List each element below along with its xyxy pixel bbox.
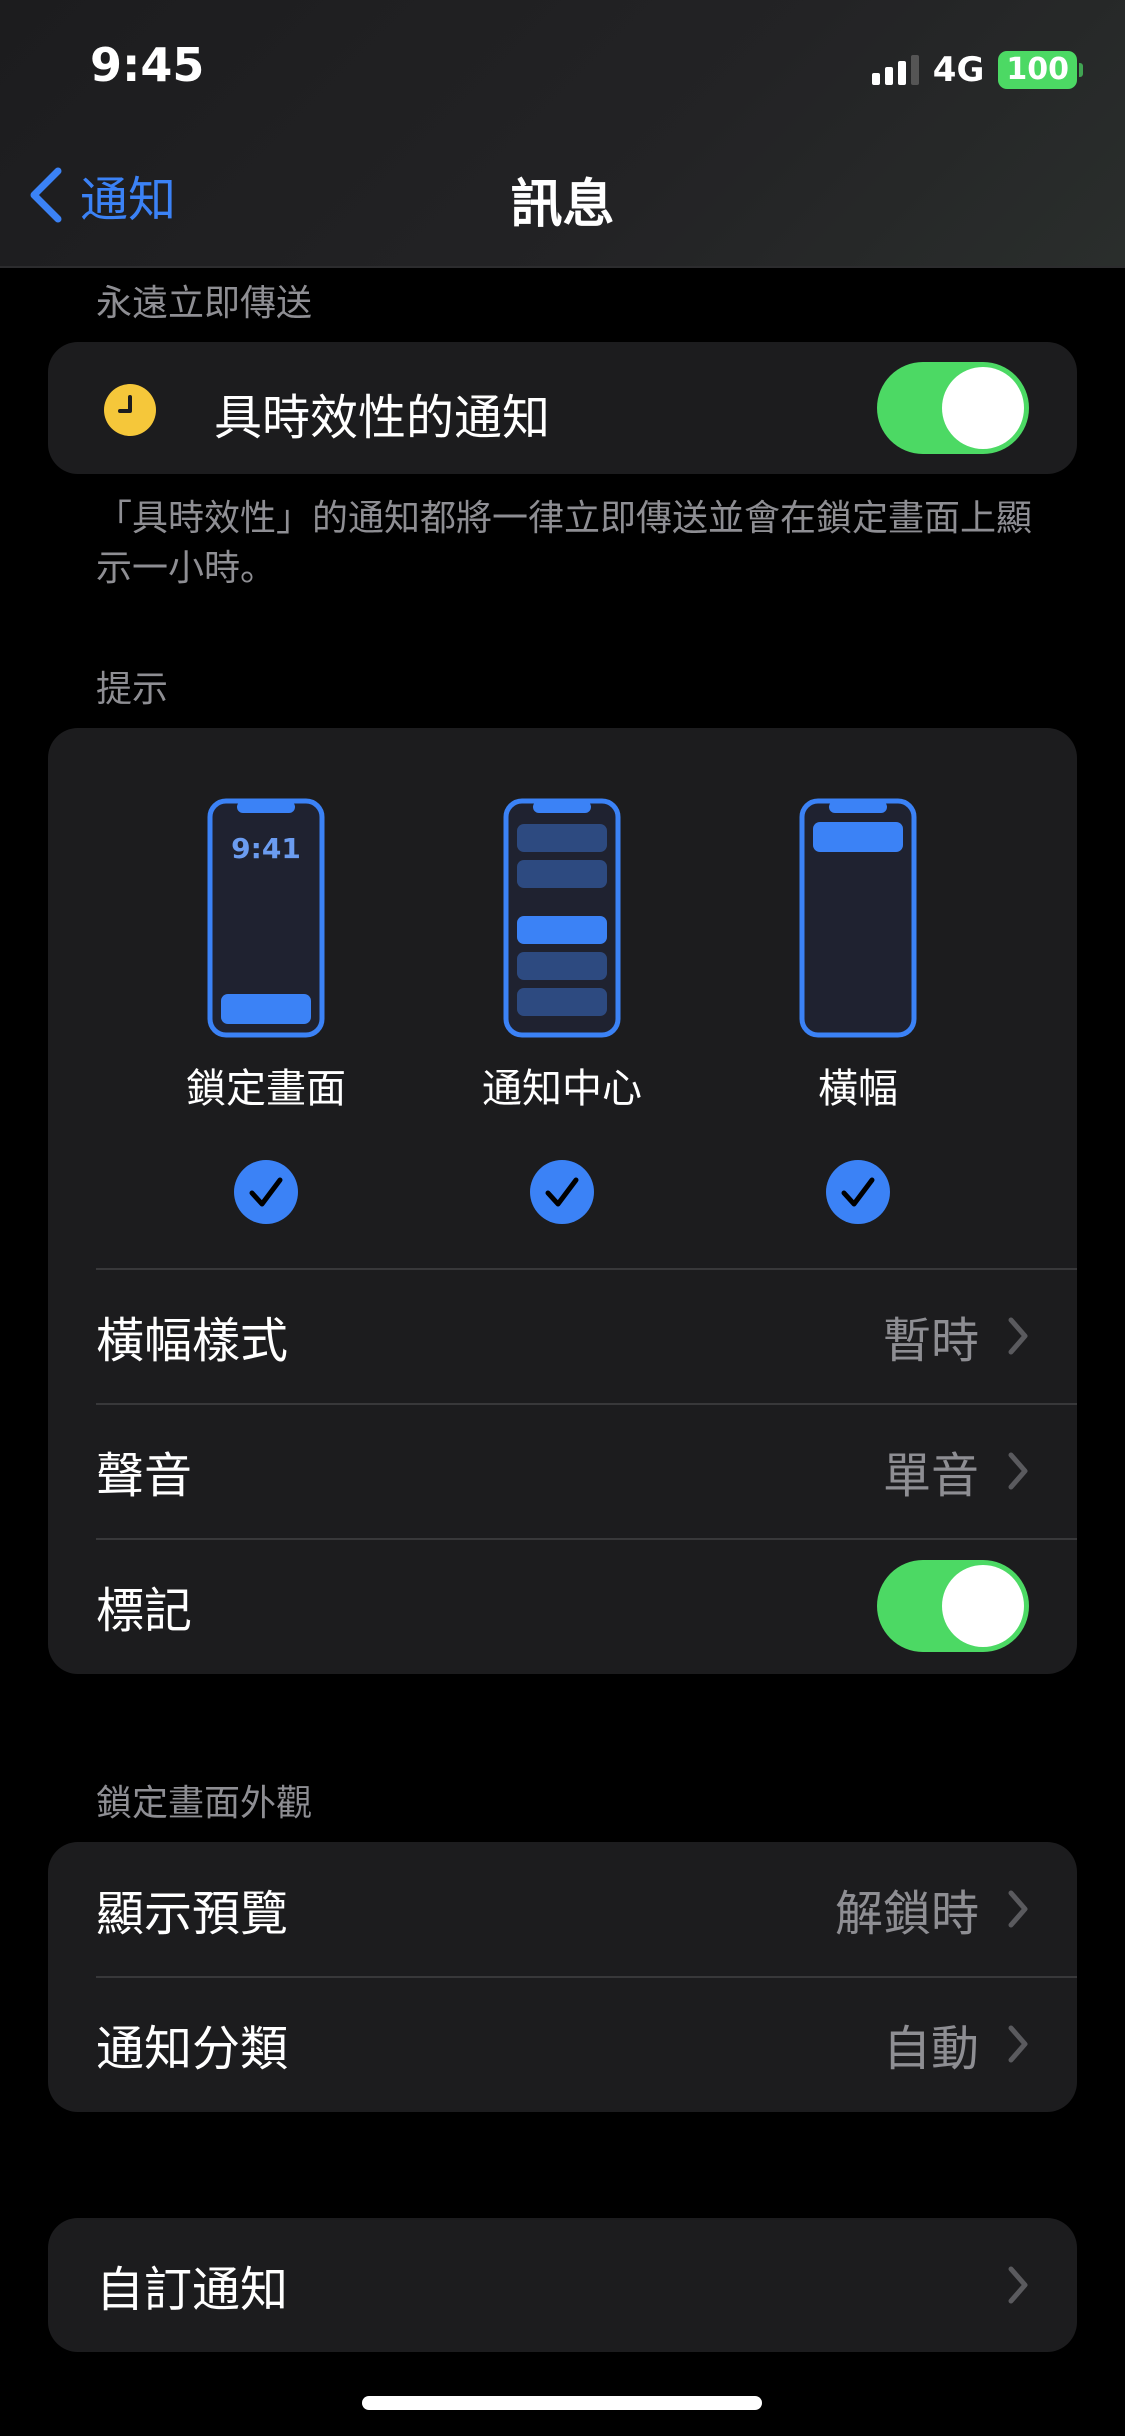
clock-icon	[104, 384, 156, 436]
notification-grouping-label: 通知分類	[96, 2021, 289, 2077]
chevron-right-icon	[1008, 1452, 1028, 1490]
show-previews-row[interactable]: 顯示預覽 解鎖時	[48, 1842, 1077, 1976]
time-sensitive-card: 具時效性的通知	[48, 342, 1077, 474]
alert-option-lock-screen[interactable]: 9:41 鎖定畫面	[146, 798, 386, 1224]
badges-row: 標記	[48, 1539, 1077, 1673]
cellular-signal-icon	[871, 55, 919, 85]
custom-notifications-row[interactable]: 自訂通知	[48, 2218, 1077, 2352]
notification-grouping-row[interactable]: 通知分類 自動	[48, 1977, 1077, 2111]
show-previews-value: 解鎖時	[834, 1886, 979, 1942]
checkmark-icon	[530, 1160, 594, 1224]
section-header-immediate: 永遠立即傳送	[96, 283, 313, 324]
chevron-right-icon	[1008, 2266, 1028, 2304]
home-indicator	[362, 2396, 762, 2410]
badges-toggle[interactable]	[877, 1560, 1029, 1652]
chevron-right-icon	[1008, 1317, 1028, 1355]
notification-grouping-value: 自動	[882, 2021, 979, 2077]
chevron-right-icon	[1008, 1890, 1028, 1928]
alert-option-banners[interactable]: 橫幅	[738, 798, 978, 1224]
network-type: 4G	[932, 50, 985, 90]
alert-option-label: 通知中心	[482, 1066, 642, 1112]
status-indicators: 4G 100	[871, 50, 1083, 90]
banner-style-label: 橫幅樣式	[96, 1313, 289, 1369]
lock-screen-phone-icon: 9:41	[207, 798, 325, 1038]
sound-value: 單音	[882, 1448, 979, 1504]
alerts-card: 9:41 鎖定畫面 通知中心 橫幅 橫幅樣式 暫時 聲音 單音 標記	[48, 728, 1077, 1674]
toggle-knob	[942, 367, 1024, 449]
page-title: 訊息	[510, 175, 615, 235]
time-sensitive-footnote: 「具時效性」的通知都將一律立即傳送並會在鎖定畫面上顯示一小時。	[96, 498, 1033, 589]
time-sensitive-toggle[interactable]	[877, 362, 1029, 454]
sound-label: 聲音	[96, 1448, 193, 1504]
lock-screen-card: 顯示預覽 解鎖時 通知分類 自動	[48, 1842, 1077, 2112]
show-previews-label: 顯示預覽	[96, 1886, 289, 1942]
banner-style-row[interactable]: 橫幅樣式 暫時	[48, 1269, 1077, 1403]
chevron-right-icon	[1008, 2025, 1028, 2063]
battery-level: 100	[998, 51, 1077, 89]
checkmark-icon	[234, 1160, 298, 1224]
section-header-lock-screen: 鎖定畫面外觀	[96, 1783, 313, 1824]
alert-option-notification-center[interactable]: 通知中心	[442, 798, 682, 1224]
section-header-alerts: 提示	[96, 669, 169, 710]
banner-style-value: 暫時	[882, 1313, 979, 1369]
custom-notifications-card: 自訂通知	[48, 2218, 1077, 2352]
badges-label: 標記	[96, 1583, 193, 1639]
alert-option-label: 鎖定畫面	[186, 1066, 346, 1112]
checkmark-icon	[826, 1160, 890, 1224]
lock-time: 9:41	[231, 832, 301, 865]
alert-option-label: 橫幅	[818, 1066, 898, 1112]
status-time: 9:45	[90, 38, 205, 92]
sound-row[interactable]: 聲音 單音	[48, 1404, 1077, 1538]
toggle-knob	[942, 1565, 1024, 1647]
battery-icon: 100	[998, 51, 1083, 89]
notification-center-phone-icon	[503, 798, 621, 1038]
banners-phone-icon	[799, 798, 917, 1038]
custom-notifications-label: 自訂通知	[96, 2262, 289, 2318]
time-sensitive-label: 具時效性的通知	[214, 390, 551, 446]
